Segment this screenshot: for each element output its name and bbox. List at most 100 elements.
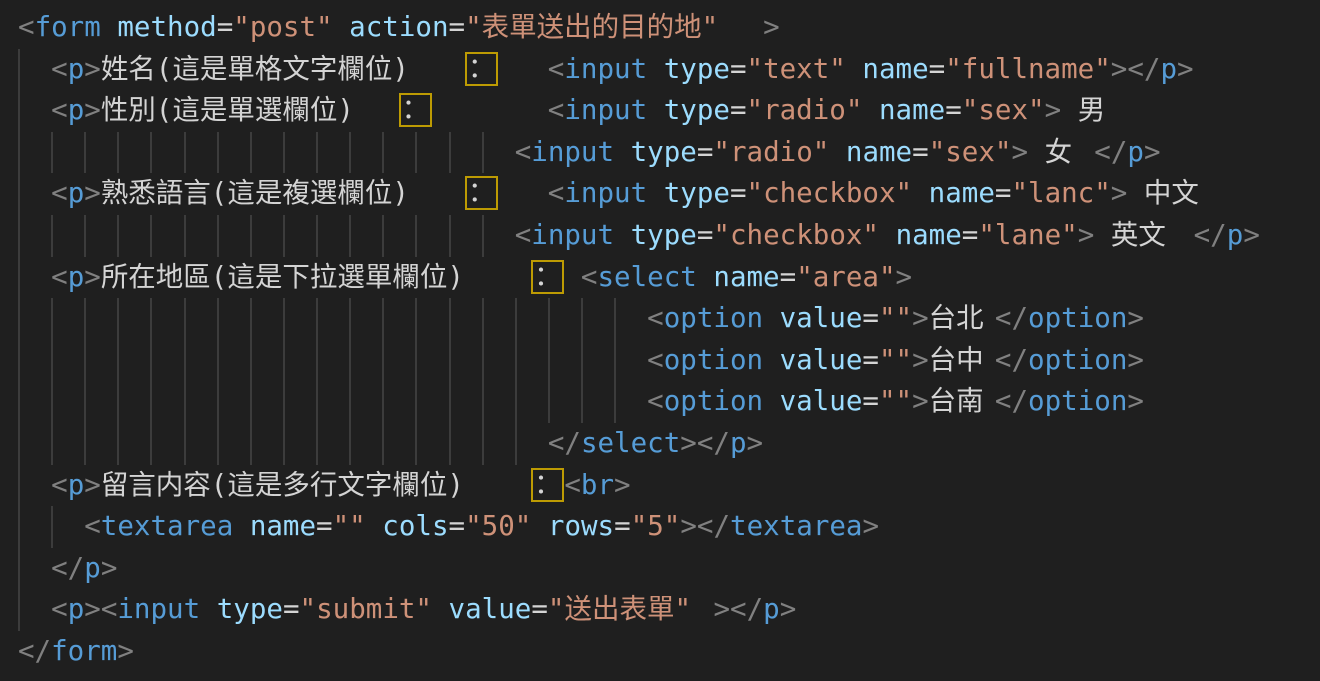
code-token-txt: [647, 53, 664, 85]
indent-guide: [217, 298, 219, 340]
indent-guide: [84, 340, 86, 382]
indent-guide: [449, 298, 451, 340]
code-token-punct: </: [995, 344, 1028, 376]
indent-guide: [184, 298, 186, 340]
code-token-txt: [200, 593, 217, 625]
code-token-punct: >: [1243, 219, 1260, 251]
code-line[interactable]: <p>性別(這是單選欄位)： <input type="radio" name=…: [0, 90, 1320, 132]
indent-guide: [18, 49, 20, 91]
code-token-punct: <: [647, 385, 664, 417]
code-line[interactable]: <input type="checkbox" name="lane"> 英文 <…: [0, 215, 1320, 257]
indent-guide: [150, 298, 152, 340]
indent-guide: [84, 423, 86, 465]
indent-guide: [18, 465, 20, 507]
code-token-punct: <: [51, 53, 68, 85]
indent-guide: [415, 132, 417, 174]
code-token-str: "post": [233, 11, 332, 43]
indent-guide: [581, 381, 583, 423]
indent-guide: [217, 423, 219, 465]
unicode-highlight-box: ：: [465, 176, 498, 210]
code-line[interactable]: <option value="">台中</option>: [0, 340, 1320, 382]
indent-guide: [51, 381, 53, 423]
indent-guide: [117, 340, 119, 382]
code-token-punct: <: [564, 469, 581, 501]
code-token-tag: option: [664, 385, 763, 417]
code-token-punct: <: [51, 261, 68, 293]
code-line[interactable]: <p>留言内容(這是多行文字欄位)：<br>: [0, 465, 1320, 507]
code-line[interactable]: <p>姓名(這是單格文字欄位)： <input type="text" name…: [0, 49, 1320, 91]
code-line[interactable]: <input type="radio" name="sex"> 女 </p>: [0, 132, 1320, 174]
indent-guide: [250, 215, 252, 257]
code-token-punct: <: [548, 177, 565, 209]
code-token-punct: </: [995, 302, 1028, 334]
code-line[interactable]: </form>: [0, 631, 1320, 673]
code-token-tag: option: [664, 344, 763, 376]
indent-guide: [482, 298, 484, 340]
code-token-txt: 熟悉語言(這是複選欄位): [101, 173, 465, 215]
code-token-punct: >: [862, 510, 879, 542]
code-token-tag: p: [68, 53, 85, 85]
code-line[interactable]: <form method="post" action="表單送出的目的地">: [0, 7, 1320, 49]
code-token-tag: select: [597, 261, 696, 293]
code-token-attr: value: [780, 344, 863, 376]
code-token-txt: [912, 177, 929, 209]
indent-guide: [18, 381, 20, 423]
indent-guide: [482, 340, 484, 382]
code-token-tag: input: [531, 219, 614, 251]
code-line[interactable]: <option value="">台南</option>: [0, 381, 1320, 423]
code-token-attr: value: [449, 593, 532, 625]
indent-guide: [18, 215, 20, 257]
code-token-txt: =: [730, 94, 747, 126]
code-token-punct: </: [548, 427, 581, 459]
code-line[interactable]: <p>熟悉語言(這是複選欄位)： <input type="checkbox" …: [0, 173, 1320, 215]
code-token-punct: </: [51, 552, 84, 584]
code-token-punct: >: [117, 635, 134, 667]
code-token-punct: <: [84, 510, 101, 542]
code-token-str: "fullname": [945, 53, 1111, 85]
indent-guide: [51, 298, 53, 340]
code-token-tag: br: [581, 469, 614, 501]
code-token-str: "": [879, 302, 912, 334]
indent-guide: [515, 381, 517, 423]
indent-guide: [482, 381, 484, 423]
code-line[interactable]: <option value="">台北</option>: [0, 298, 1320, 340]
code-editor[interactable]: <form method="post" action="表單送出的目的地"> <…: [0, 0, 1320, 681]
code-token-str: "text": [747, 53, 846, 85]
code-line[interactable]: </select></p>: [0, 423, 1320, 465]
code-token-str: "": [333, 510, 366, 542]
unicode-highlight-box: ：: [399, 93, 432, 127]
code-line[interactable]: <p><input type="submit" value="送出表單"></p…: [0, 589, 1320, 631]
indent-guide: [117, 132, 119, 174]
indent-guide: [217, 215, 219, 257]
code-token-tag: p: [1127, 136, 1144, 168]
code-token-punct: </: [995, 385, 1028, 417]
code-token-txt: [647, 177, 664, 209]
indent-guide: [449, 423, 451, 465]
indent-guide: [18, 506, 20, 548]
code-token-txt: 所在地區(這是下拉選單欄位): [101, 257, 532, 299]
code-token-txt: =: [862, 302, 879, 334]
indent-guide: [18, 132, 20, 174]
code-token-attr: method: [117, 11, 216, 43]
indent-guide: [117, 215, 119, 257]
code-line[interactable]: <textarea name="" cols="50" rows="5"></t…: [0, 506, 1320, 548]
code-token-txt: [18, 53, 51, 85]
code-token-txt: [18, 261, 51, 293]
indent-guide: [283, 132, 285, 174]
code-token-txt: =: [862, 344, 879, 376]
code-token-txt: [18, 593, 51, 625]
code-token-tag: p: [68, 177, 85, 209]
code-token-txt: 姓名(這是單格文字欄位): [101, 49, 465, 91]
indent-guide: [283, 423, 285, 465]
indent-guide: [18, 90, 20, 132]
indent-guide: [614, 340, 616, 382]
indent-guide: [184, 215, 186, 257]
code-token-attr: name: [862, 53, 928, 85]
indent-guide: [349, 215, 351, 257]
code-token-txt: 台中: [929, 340, 995, 382]
code-line[interactable]: <p>所在地區(這是下拉選單欄位)： <select name="area">: [0, 257, 1320, 299]
indent-guide: [415, 215, 417, 257]
indent-guide: [382, 340, 384, 382]
code-token-punct: >: [84, 593, 101, 625]
code-line[interactable]: </p>: [0, 548, 1320, 590]
